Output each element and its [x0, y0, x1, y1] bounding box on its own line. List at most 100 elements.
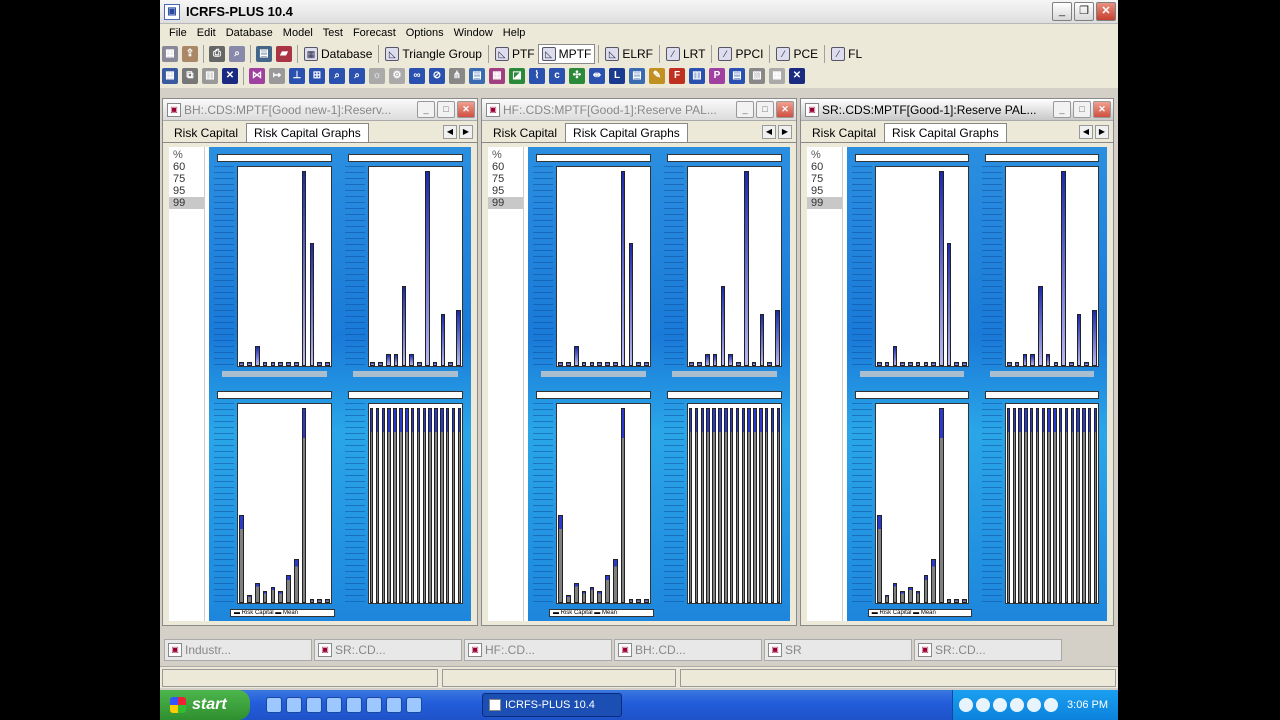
print-icon[interactable]: ⎙	[209, 46, 225, 62]
percentile-item-selected[interactable]: 99	[488, 197, 523, 209]
menu-forecast[interactable]: Forecast	[348, 27, 401, 39]
export-icon[interactable]: ⇪	[182, 46, 198, 62]
tab-left-arrow[interactable]: ◀	[762, 125, 776, 139]
brush-icon[interactable]: ✎	[649, 68, 665, 84]
delete-icon[interactable]: ✕	[222, 68, 238, 84]
percentile-item[interactable]: 75	[807, 173, 842, 185]
close-button[interactable]: ✕	[776, 101, 794, 118]
copy-icon[interactable]: ⧉	[182, 68, 198, 84]
quicklaunch-icon[interactable]	[266, 697, 282, 713]
quicklaunch-icon[interactable]	[406, 697, 422, 713]
sheet-icon[interactable]: ▥	[689, 68, 705, 84]
tab-database[interactable]: ▦ Database	[301, 44, 375, 64]
quicklaunch-icon[interactable]	[306, 697, 322, 713]
tab-left-arrow[interactable]: ◀	[1079, 125, 1093, 139]
percentile-item[interactable]: 60	[807, 161, 842, 173]
tray-icon[interactable]	[1044, 698, 1058, 712]
quicklaunch-icon[interactable]	[386, 697, 402, 713]
tab-risk-capital[interactable]: Risk Capital	[486, 124, 564, 142]
tab-elrf[interactable]: ◺ ELRF	[602, 44, 656, 64]
close-button[interactable]: ✕	[1096, 2, 1116, 21]
child-window-sr[interactable]: ▣ SR:.CDS:MPTF[Good-1]:Reserve PAL... _ …	[800, 98, 1114, 626]
line-chart-icon[interactable]: ⌇	[529, 68, 545, 84]
minimized-window[interactable]: ▣ SR	[764, 639, 912, 661]
minimized-window[interactable]: ▣ BH:.CD...	[614, 639, 762, 661]
quicklaunch-icon[interactable]	[286, 697, 302, 713]
tray-icon[interactable]	[993, 698, 1007, 712]
tab-lrt[interactable]: ⁄ LRT	[663, 44, 708, 64]
tab-fl[interactable]: ⁄ FL	[828, 44, 865, 64]
child-window-bh[interactable]: ▣ BH:.CDS:MPTF[Good new-1]:Reserv... _ □…	[162, 98, 478, 626]
minimized-window[interactable]: ▣ SR:.CD...	[314, 639, 462, 661]
menu-window[interactable]: Window	[449, 27, 498, 39]
child-titlebar[interactable]: ▣ BH:.CDS:MPTF[Good new-1]:Reserv... _ □…	[163, 99, 477, 121]
split-icon[interactable]: ⇹	[589, 68, 605, 84]
tray-icon[interactable]	[959, 698, 973, 712]
percentile-item[interactable]: 95	[807, 185, 842, 197]
tab-left-arrow[interactable]: ◀	[443, 125, 457, 139]
layout-icon[interactable]: ▦	[162, 68, 178, 84]
paste-icon[interactable]: ▥	[202, 68, 218, 84]
print-preview-icon[interactable]: ⌕	[229, 46, 245, 62]
tab-pce[interactable]: ⁄ PCE	[773, 44, 821, 64]
minimized-window[interactable]: ▣ SR:.CD...	[914, 639, 1062, 661]
maximize-button[interactable]: □	[1073, 101, 1091, 118]
sun-icon[interactable]: ☼	[369, 68, 385, 84]
grid-icon[interactable]: ▦	[162, 46, 178, 62]
quicklaunch-icon[interactable]	[346, 697, 362, 713]
child-titlebar[interactable]: ▣ HF:.CDS:MPTF[Good-1]:Reserve PAL... _ …	[482, 99, 796, 121]
child-window-hf[interactable]: ▣ HF:.CDS:MPTF[Good-1]:Reserve PAL... _ …	[481, 98, 797, 626]
search-icon[interactable]: ⌕	[349, 68, 365, 84]
tab-right-arrow[interactable]: ▶	[459, 125, 473, 139]
log-icon[interactable]: L	[609, 68, 625, 84]
grid-icon[interactable]: ▦	[769, 68, 785, 84]
percentile-item-selected[interactable]: 99	[169, 197, 204, 209]
scatter-icon[interactable]: ✣	[569, 68, 585, 84]
percentile-item[interactable]: 75	[169, 173, 204, 185]
maximize-button[interactable]: □	[437, 101, 455, 118]
percentile-item[interactable]: 75	[488, 173, 523, 185]
menu-help[interactable]: Help	[498, 27, 531, 39]
quicklaunch-icon[interactable]	[326, 697, 342, 713]
pmo-icon[interactable]: P	[709, 68, 725, 84]
co-icon[interactable]: c	[549, 68, 565, 84]
gear-icon[interactable]: ⚙	[389, 68, 405, 84]
percentile-item[interactable]: 95	[169, 185, 204, 197]
menu-options[interactable]: Options	[401, 27, 449, 39]
menu-edit[interactable]: Edit	[192, 27, 221, 39]
tab-right-arrow[interactable]: ▶	[1095, 125, 1109, 139]
tab-risk-capital-graphs[interactable]: Risk Capital Graphs	[884, 123, 1007, 142]
close-button[interactable]: ✕	[1093, 101, 1111, 118]
app-titlebar[interactable]: ▣ ICRFS-PLUS 10.4 _ ❐ ✕	[160, 0, 1118, 24]
chart-icon[interactable]: ▦	[489, 68, 505, 84]
chart-icon[interactable]: ◪	[509, 68, 525, 84]
model-tool-icon[interactable]: ↦	[269, 68, 285, 84]
report-icon[interactable]: ▧	[749, 68, 765, 84]
minimized-window[interactable]: ▣ HF:.CD...	[464, 639, 612, 661]
link-icon[interactable]: ∞	[409, 68, 425, 84]
matrix-icon[interactable]: ▤	[469, 68, 485, 84]
tab-risk-capital-graphs[interactable]: Risk Capital Graphs	[246, 123, 369, 142]
minimized-window[interactable]: ▣ Industr...	[164, 639, 312, 661]
close-button[interactable]: ✕	[457, 101, 475, 118]
table-icon[interactable]: ▤	[629, 68, 645, 84]
tray-icon[interactable]	[1010, 698, 1024, 712]
clock[interactable]: 3:06 PM	[1067, 699, 1108, 711]
tray-icon[interactable]	[1027, 698, 1041, 712]
percentile-item[interactable]: 95	[488, 185, 523, 197]
percentile-item[interactable]: 60	[169, 161, 204, 173]
tab-risk-capital[interactable]: Risk Capital	[167, 124, 245, 142]
maximize-button[interactable]: □	[756, 101, 774, 118]
tab-triangle-group[interactable]: ◺ Triangle Group	[382, 44, 485, 64]
forecast-icon[interactable]: F	[669, 68, 685, 84]
tab-right-arrow[interactable]: ▶	[778, 125, 792, 139]
link-icon[interactable]: ⊘	[429, 68, 445, 84]
minimize-button[interactable]: _	[736, 101, 754, 118]
menu-file[interactable]: File	[164, 27, 192, 39]
filter-icon[interactable]: ⋔	[449, 68, 465, 84]
taskbar-app-button[interactable]: ICRFS-PLUS 10.4	[482, 693, 622, 717]
minimize-button[interactable]: _	[1052, 2, 1072, 21]
menu-test[interactable]: Test	[318, 27, 348, 39]
minimize-button[interactable]: _	[1053, 101, 1071, 118]
calculator-icon[interactable]: ▤	[256, 46, 272, 62]
